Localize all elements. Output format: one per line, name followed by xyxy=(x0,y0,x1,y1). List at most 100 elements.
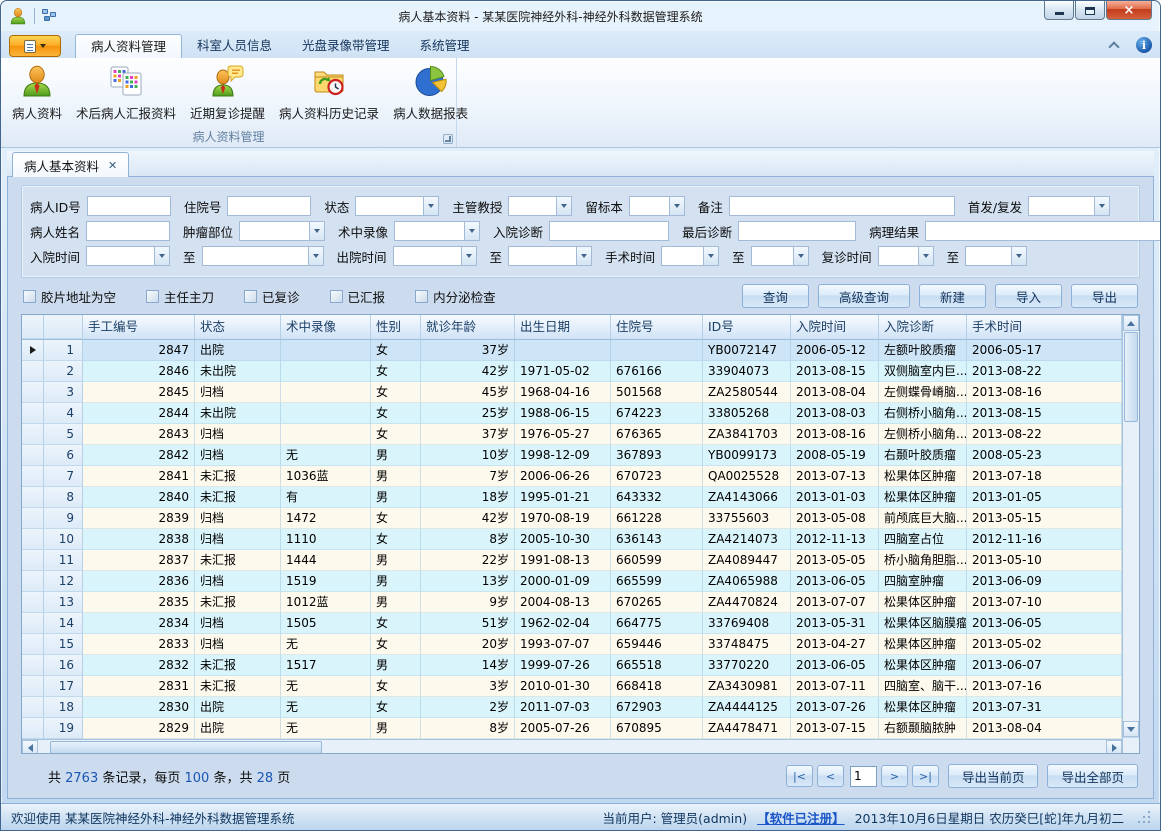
table-row[interactable]: 92839归档1472女42岁1970-08-19661228337556032… xyxy=(22,508,1122,529)
scroll-right-button[interactable] xyxy=(1106,740,1122,753)
export-current-page-button[interactable]: 导出当前页 xyxy=(948,764,1039,788)
filter-checkbox[interactable]: 已复诊 xyxy=(244,287,300,306)
table-row[interactable]: 82840未汇报有男18岁1995-01-21643332ZA414306620… xyxy=(22,487,1122,508)
patient-name-input[interactable] xyxy=(86,221,170,241)
filter-checkbox[interactable]: 已汇报 xyxy=(330,287,386,306)
table-row[interactable]: 52843归档女37岁1976-05-27676365ZA38417032013… xyxy=(22,424,1122,445)
admission-diag-input[interactable] xyxy=(549,221,669,241)
table-row[interactable]: 122836归档1519男13岁2000-01-09665599ZA406598… xyxy=(22,571,1122,592)
dropdown-arrow-icon[interactable] xyxy=(309,222,324,240)
current-page-input[interactable] xyxy=(850,766,877,787)
maximize-button[interactable] xyxy=(1075,1,1105,20)
dropdown-arrow-icon[interactable] xyxy=(461,247,476,265)
quick-access-toolbar-icon[interactable] xyxy=(42,9,58,23)
dropdown-arrow-icon[interactable] xyxy=(918,247,933,265)
patient-data-button[interactable]: 病人资料 xyxy=(5,61,69,125)
app-logo-icon[interactable] xyxy=(9,7,27,25)
dropdown-arrow-icon[interactable] xyxy=(308,247,323,265)
action-button[interactable]: 导出 xyxy=(1071,284,1138,308)
admit-time-from-select[interactable] xyxy=(86,246,170,266)
prev-page-button[interactable]: < xyxy=(817,765,844,787)
dropdown-arrow-icon[interactable] xyxy=(793,247,808,265)
ribbon-tab-patient-management[interactable]: 病人资料管理 xyxy=(75,34,182,58)
dialog-launcher-icon[interactable] xyxy=(443,134,453,144)
info-icon[interactable]: i xyxy=(1136,37,1152,53)
dropdown-arrow-icon[interactable] xyxy=(703,247,718,265)
table-row[interactable]: 132835未汇报1012蓝男9岁2004-08-13670265ZA44708… xyxy=(22,592,1122,613)
col-admission-diag[interactable]: 入院诊断 xyxy=(879,315,967,339)
action-button[interactable]: 查询 xyxy=(742,284,809,308)
action-button[interactable]: 高级查询 xyxy=(818,284,910,308)
admission-no-input[interactable] xyxy=(227,196,311,216)
admit-time-to-select[interactable] xyxy=(202,246,324,266)
dropdown-arrow-icon[interactable] xyxy=(576,247,591,265)
col-surgery-time[interactable]: 手术时间 xyxy=(967,315,1122,339)
ribbon-tab-disc-management[interactable]: 光盘录像带管理 xyxy=(287,34,405,58)
collapse-ribbon-icon[interactable] xyxy=(1108,41,1119,52)
dropdown-arrow-icon[interactable] xyxy=(556,197,571,215)
tumor-site-select[interactable] xyxy=(239,221,325,241)
last-page-button[interactable]: >| xyxy=(912,765,939,787)
table-row[interactable]: 112837未汇报1444男22岁1991-08-13660599ZA40894… xyxy=(22,550,1122,571)
patient-id-input[interactable] xyxy=(87,196,171,216)
first-page-button[interactable]: |< xyxy=(786,765,813,787)
revisit-time-to-select[interactable] xyxy=(965,246,1027,266)
horizontal-scrollbar[interactable] xyxy=(22,739,1122,753)
surgery-time-from-select[interactable] xyxy=(661,246,719,266)
patient-history-button[interactable]: 病人资料历史记录 xyxy=(272,61,386,125)
remark-input[interactable] xyxy=(729,196,955,216)
col-id-no[interactable]: ID号 xyxy=(703,315,791,339)
table-row[interactable]: 152833归档无女20岁1993-07-0765944633748475201… xyxy=(22,634,1122,655)
col-birth-date[interactable]: 出生日期 xyxy=(515,315,611,339)
export-all-pages-button[interactable]: 导出全部页 xyxy=(1047,764,1138,788)
vertical-scrollbar[interactable] xyxy=(1122,315,1139,753)
surgery-time-to-select[interactable] xyxy=(751,246,809,266)
col-status[interactable]: 状态 xyxy=(195,315,281,339)
col-manual-no[interactable]: 手工编号 xyxy=(83,315,195,339)
professor-select[interactable] xyxy=(508,196,572,216)
col-gender[interactable]: 性别 xyxy=(371,315,421,339)
dropdown-arrow-icon[interactable] xyxy=(464,222,479,240)
final-diag-input[interactable] xyxy=(738,221,856,241)
horizontal-scroll-thumb[interactable] xyxy=(50,741,322,753)
table-row[interactable]: 62842归档无男10岁1998-12-09367893YB0099173200… xyxy=(22,445,1122,466)
col-age[interactable]: 就诊年龄 xyxy=(421,315,515,339)
revisit-time-from-select[interactable] xyxy=(878,246,934,266)
ribbon-tab-staff-info[interactable]: 科室人员信息 xyxy=(182,34,287,58)
application-menu-button[interactable] xyxy=(9,35,61,57)
filter-checkbox[interactable]: 内分泌检查 xyxy=(415,287,496,306)
dropdown-arrow-icon[interactable] xyxy=(669,197,684,215)
discharge-time-to-select[interactable] xyxy=(508,246,592,266)
col-surgery-video[interactable]: 术中录像 xyxy=(281,315,371,339)
col-admission-no[interactable]: 住院号 xyxy=(611,315,703,339)
tab-close-icon[interactable]: ✕ xyxy=(108,160,117,171)
table-row[interactable]: 182830出院无女2岁2011-07-03672903ZA4444125201… xyxy=(22,697,1122,718)
table-row[interactable]: 192829出院无男8岁2005-07-26670895ZA4478471201… xyxy=(22,718,1122,739)
dropdown-arrow-icon[interactable] xyxy=(154,247,169,265)
registration-status-link[interactable]: 【软件已注册】 xyxy=(757,808,845,827)
dropdown-arrow-icon[interactable] xyxy=(423,197,438,215)
checkbox-icon[interactable] xyxy=(23,290,36,303)
first-relapse-select[interactable] xyxy=(1028,196,1110,216)
filter-checkbox[interactable]: 主任主刀 xyxy=(146,287,214,306)
table-row[interactable]: 42844未出院女25岁1988-06-15674223338052682013… xyxy=(22,403,1122,424)
table-row[interactable]: 162832未汇报1517男14岁1999-07-266655183377022… xyxy=(22,655,1122,676)
minimize-button[interactable] xyxy=(1044,1,1074,20)
checkbox-icon[interactable] xyxy=(244,290,257,303)
patient-report-button[interactable]: 病人数据报表 xyxy=(386,61,475,125)
checkbox-icon[interactable] xyxy=(146,290,159,303)
next-page-button[interactable]: > xyxy=(881,765,908,787)
scroll-down-button[interactable] xyxy=(1123,721,1139,737)
table-row[interactable]: 142834归档1505女51岁1962-02-0466477533769408… xyxy=(22,613,1122,634)
vertical-scroll-thumb[interactable] xyxy=(1124,332,1138,422)
surgery-video-select[interactable] xyxy=(394,221,480,241)
ribbon-tab-system[interactable]: 系统管理 xyxy=(405,34,485,58)
pathology-input[interactable] xyxy=(925,221,1161,241)
checkbox-icon[interactable] xyxy=(330,290,343,303)
table-row[interactable]: 32845归档女45岁1968-04-16501568ZA25805442013… xyxy=(22,382,1122,403)
action-button[interactable]: 新建 xyxy=(919,284,986,308)
filter-checkbox[interactable]: 胶片地址为空 xyxy=(23,287,116,306)
discharge-time-from-select[interactable] xyxy=(393,246,477,266)
postop-report-button[interactable]: 术后病人汇报资料 xyxy=(69,61,183,125)
scroll-left-button[interactable] xyxy=(22,740,38,753)
